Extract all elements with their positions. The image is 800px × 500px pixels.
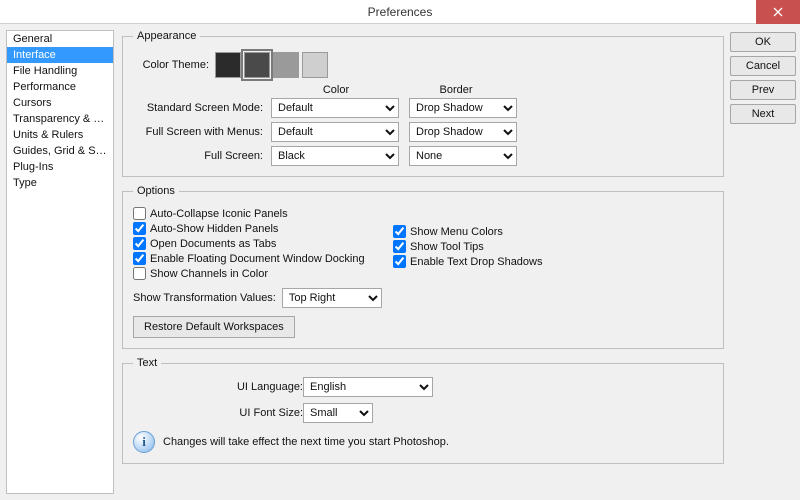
- info-icon: i: [133, 431, 155, 453]
- mode-label: Full Screen:: [133, 150, 263, 162]
- option-checkbox[interactable]: Auto-Collapse Iconic Panels: [133, 207, 383, 220]
- appearance-group: Appearance Color Theme: Color Border Sta…: [122, 30, 724, 177]
- options-grid: Auto-Collapse Iconic Panels Auto-Show Hid…: [133, 205, 713, 282]
- appearance-grid: Standard Screen Mode: Default Drop Shadow F…: [133, 98, 713, 166]
- option-checkbox[interactable]: Auto-Show Hidden Panels: [133, 222, 383, 235]
- main: GeneralInterfaceFile HandlingPerformance…: [0, 24, 800, 500]
- ui-language-select[interactable]: English: [303, 377, 433, 397]
- sidebar-item[interactable]: Performance: [7, 79, 113, 95]
- ui-font-size-select[interactable]: Small: [303, 403, 373, 423]
- mode-label: Standard Screen Mode:: [133, 102, 263, 114]
- content: Appearance Color Theme: Color Border Sta…: [114, 24, 800, 500]
- color-select[interactable]: Default: [271, 98, 399, 118]
- option-checkbox[interactable]: Show Tool Tips: [393, 240, 613, 253]
- ui-font-size-label: UI Font Size:: [133, 407, 303, 419]
- ui-language-label: UI Language:: [133, 381, 303, 393]
- appearance-headers: Color Border: [133, 84, 713, 96]
- header-color: Color: [271, 84, 401, 96]
- options-legend: Options: [133, 185, 179, 197]
- option-checkbox[interactable]: Enable Text Drop Shadows: [393, 255, 613, 268]
- close-button[interactable]: [756, 0, 800, 24]
- mode-label: Full Screen with Menus:: [133, 126, 263, 138]
- close-icon: [773, 7, 783, 17]
- next-button[interactable]: Next: [730, 104, 796, 124]
- sidebar-item[interactable]: Cursors: [7, 95, 113, 111]
- info-row: i Changes will take effect the next time…: [133, 431, 713, 453]
- header-border: Border: [401, 84, 511, 96]
- sidebar-item[interactable]: File Handling: [7, 63, 113, 79]
- panels: Appearance Color Theme: Color Border Sta…: [122, 30, 724, 494]
- color-swatch[interactable]: [302, 52, 328, 78]
- text-legend: Text: [133, 357, 161, 369]
- titlebar: Preferences: [0, 0, 800, 24]
- text-group: Text UI Language: English UI Font Size: …: [122, 357, 724, 464]
- prev-button[interactable]: Prev: [730, 80, 796, 100]
- border-select[interactable]: Drop Shadow: [409, 98, 517, 118]
- color-select[interactable]: Default: [271, 122, 399, 142]
- option-checkbox[interactable]: Enable Floating Document Window Docking: [133, 252, 383, 265]
- color-swatch[interactable]: [244, 52, 270, 78]
- color-theme-row: Color Theme:: [133, 52, 713, 78]
- sidebar-item[interactable]: Guides, Grid & Slices: [7, 143, 113, 159]
- color-theme-swatches: [215, 52, 328, 78]
- transform-label: Show Transformation Values:: [133, 292, 276, 304]
- info-text: Changes will take effect the next time y…: [163, 436, 449, 448]
- transform-select[interactable]: Top Right: [282, 288, 382, 308]
- border-select[interactable]: Drop Shadow: [409, 122, 517, 142]
- option-checkbox[interactable]: Show Channels in Color: [133, 267, 383, 280]
- text-grid: UI Language: English UI Font Size: Small: [133, 377, 713, 423]
- cancel-button[interactable]: Cancel: [730, 56, 796, 76]
- border-select[interactable]: None: [409, 146, 517, 166]
- sidebar-item[interactable]: Transparency & Gamut: [7, 111, 113, 127]
- color-swatch[interactable]: [215, 52, 241, 78]
- transform-row: Show Transformation Values: Top Right: [133, 288, 713, 308]
- sidebar-item[interactable]: General: [7, 31, 113, 47]
- window-title: Preferences: [368, 5, 433, 19]
- color-select[interactable]: Black: [271, 146, 399, 166]
- button-column: OK Cancel Prev Next: [730, 30, 796, 494]
- option-checkbox[interactable]: Show Menu Colors: [393, 225, 613, 238]
- appearance-legend: Appearance: [133, 30, 200, 42]
- sidebar-item[interactable]: Type: [7, 175, 113, 191]
- color-theme-label: Color Theme:: [133, 59, 209, 71]
- sidebar-item[interactable]: Units & Rulers: [7, 127, 113, 143]
- ok-button[interactable]: OK: [730, 32, 796, 52]
- color-swatch[interactable]: [273, 52, 299, 78]
- sidebar-item[interactable]: Plug-Ins: [7, 159, 113, 175]
- restore-workspaces-button[interactable]: Restore Default Workspaces: [133, 316, 295, 338]
- sidebar: GeneralInterfaceFile HandlingPerformance…: [6, 30, 114, 494]
- option-checkbox[interactable]: Open Documents as Tabs: [133, 237, 383, 250]
- options-group: Options Auto-Collapse Iconic PanelsAuto-…: [122, 185, 724, 349]
- sidebar-item[interactable]: Interface: [7, 47, 113, 63]
